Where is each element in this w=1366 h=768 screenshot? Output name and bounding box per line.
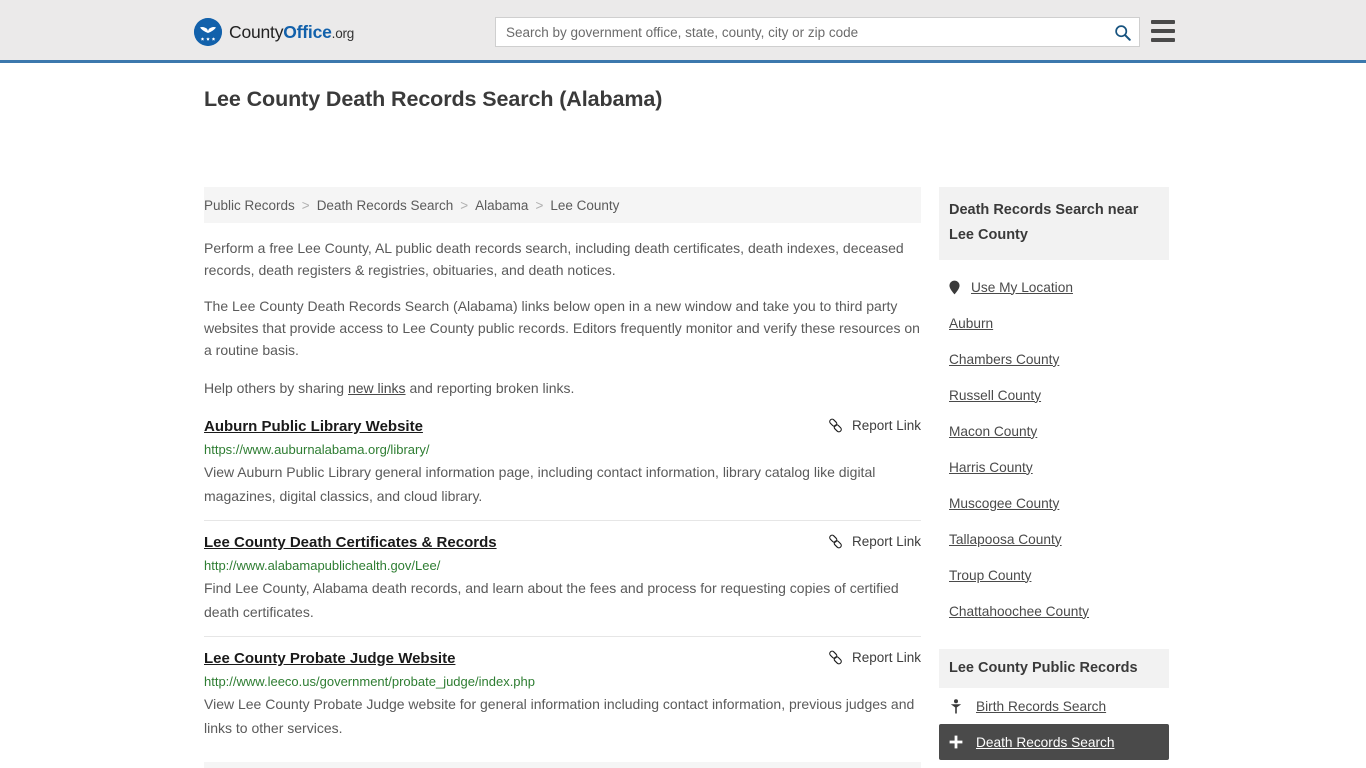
nearby-link[interactable]: Auburn xyxy=(939,316,993,331)
sidebar-item-troup-county[interactable]: Troup County xyxy=(939,557,1169,593)
report-link-button[interactable]: Report Link xyxy=(828,533,921,549)
breadcrumb-item-lee-county[interactable]: Lee County xyxy=(550,198,619,213)
public-records-link[interactable]: Birth Records Search xyxy=(976,699,1106,714)
sidebar-item-macon-county[interactable]: Macon County xyxy=(939,413,1169,449)
nearby-link[interactable]: Muscogee County xyxy=(939,496,1059,511)
sidebar-item-birth-records-search[interactable]: Birth Records Search xyxy=(939,688,1169,724)
new-links-link[interactable]: new links xyxy=(348,380,406,396)
result-header: Lee County Death Certificates & Records … xyxy=(204,533,921,553)
result-url: http://www.alabamapublichealth.gov/Lee/ xyxy=(204,558,441,573)
site-logo[interactable]: CountyOffice.org xyxy=(194,18,354,46)
public-records-link[interactable]: Death Records Search xyxy=(976,735,1114,750)
result-description: Find Lee County, Alabama death records, … xyxy=(204,580,899,620)
site-header: CountyOffice.org xyxy=(0,0,1366,63)
search-input[interactable] xyxy=(496,18,1105,46)
sidebar-item-harris-county[interactable]: Harris County xyxy=(939,449,1169,485)
sidebar-item-use-my-location[interactable]: Use My Location xyxy=(939,269,1169,305)
result-item: Lee County Probate Judge Website Report … xyxy=(204,636,921,740)
logo-text-county: County xyxy=(229,21,284,42)
nearby-link[interactable]: Macon County xyxy=(939,424,1037,439)
result-header: Lee County Probate Judge Website Report … xyxy=(204,649,921,669)
sidebar-item-muscogee-county[interactable]: Muscogee County xyxy=(939,485,1169,521)
menu-bar-2 xyxy=(1151,29,1175,33)
hamburger-menu-icon[interactable] xyxy=(1151,20,1175,42)
use-my-location-link[interactable]: Use My Location xyxy=(971,280,1073,295)
breadcrumb-separator: > xyxy=(535,197,544,213)
sidebar-public-records-heading: Lee County Public Records xyxy=(939,649,1169,688)
sidebar-item-russell-county[interactable]: Russell County xyxy=(939,377,1169,413)
broken-link-icon xyxy=(829,418,842,433)
search-icon xyxy=(1114,24,1131,41)
result-item: Lee County Death Certificates & Records … xyxy=(204,520,921,624)
report-link-button[interactable]: Report Link xyxy=(828,649,921,665)
main-content: Public Records > Death Records Search > … xyxy=(204,187,921,768)
sidebar-item-chambers-county[interactable]: Chambers County xyxy=(939,341,1169,377)
breadcrumb: Public Records > Death Records Search > … xyxy=(204,187,921,223)
breadcrumb-separator: > xyxy=(301,197,310,213)
breadcrumb-item-public-records[interactable]: Public Records xyxy=(204,198,295,213)
report-link-label: Report Link xyxy=(851,534,921,549)
eagle-seal-icon xyxy=(194,18,222,46)
broken-link-icon xyxy=(829,650,842,665)
result-item: Auburn Public Library Website Report Lin… xyxy=(204,413,921,508)
map-pin-icon xyxy=(947,280,961,295)
result-url: http://www.leeco.us/government/probate_j… xyxy=(204,674,535,689)
sidebar-nearby-links: Use My Location Auburn Chambers County R… xyxy=(939,260,1169,629)
breadcrumb-item-alabama[interactable]: Alabama xyxy=(475,198,528,213)
report-link-button[interactable]: Report Link xyxy=(828,417,921,433)
nearby-link[interactable]: Harris County xyxy=(939,460,1033,475)
search-button[interactable] xyxy=(1105,18,1139,46)
result-title-link[interactable]: Auburn Public Library Website xyxy=(204,417,423,437)
cross-icon xyxy=(948,735,964,749)
logo-text-org: .org xyxy=(331,25,355,41)
intro-paragraph-2: The Lee County Death Records Search (Ala… xyxy=(204,298,920,358)
menu-bar-3 xyxy=(1151,38,1175,42)
breadcrumb-item-death-records-search[interactable]: Death Records Search xyxy=(317,198,454,213)
sidebar-item-divorce-records-search[interactable]: Divorce Records Search xyxy=(939,760,1169,768)
sidebar-public-records-links: Birth Records Search Death Records Searc… xyxy=(939,688,1169,768)
find-records-heading: Find Lee County Death Records xyxy=(204,762,921,768)
page-title: Lee County Death Records Search (Alabama… xyxy=(204,87,663,111)
sidebar: Death Records Search near Lee County Use… xyxy=(939,187,1169,768)
nearby-link[interactable]: Chattahoochee County xyxy=(939,604,1089,619)
intro-paragraph-3: Help others by sharing new links and rep… xyxy=(204,377,921,399)
broken-link-icon xyxy=(829,534,842,549)
report-link-label: Report Link xyxy=(851,650,921,665)
sidebar-item-tallapoosa-county[interactable]: Tallapoosa County xyxy=(939,521,1169,557)
baby-icon xyxy=(948,698,964,714)
sidebar-nearby-heading: Death Records Search near Lee County xyxy=(939,187,1169,260)
result-url: https://www.auburnalabama.org/library/ xyxy=(204,442,430,457)
logo-text-office: Office xyxy=(283,21,332,42)
menu-bar-1 xyxy=(1151,20,1175,24)
nearby-link[interactable]: Chambers County xyxy=(939,352,1059,367)
sidebar-item-auburn[interactable]: Auburn xyxy=(939,305,1169,341)
share-text-before: Help others by sharing xyxy=(204,380,348,396)
result-description: View Lee County Probate Judge website fo… xyxy=(204,696,915,736)
intro-paragraph-1: Perform a free Lee County, AL public dea… xyxy=(204,240,904,278)
result-header: Auburn Public Library Website Report Lin… xyxy=(204,417,921,437)
logo-wordmark: CountyOffice.org xyxy=(229,22,354,43)
nearby-link[interactable]: Russell County xyxy=(939,388,1041,403)
result-title-link[interactable]: Lee County Probate Judge Website xyxy=(204,649,455,669)
intro-text: Perform a free Lee County, AL public dea… xyxy=(204,237,921,399)
breadcrumb-separator: > xyxy=(460,197,469,213)
sidebar-item-chattahoochee-county[interactable]: Chattahoochee County xyxy=(939,593,1169,629)
search-bar[interactable] xyxy=(495,17,1140,47)
nearby-link[interactable]: Troup County xyxy=(939,568,1031,583)
result-title-link[interactable]: Lee County Death Certificates & Records xyxy=(204,533,497,553)
nearby-link[interactable]: Tallapoosa County xyxy=(939,532,1062,547)
share-text-after: and reporting broken links. xyxy=(405,380,575,396)
result-description: View Auburn Public Library general infor… xyxy=(204,464,876,504)
sidebar-item-death-records-search[interactable]: Death Records Search xyxy=(939,724,1169,760)
report-link-label: Report Link xyxy=(851,418,921,433)
